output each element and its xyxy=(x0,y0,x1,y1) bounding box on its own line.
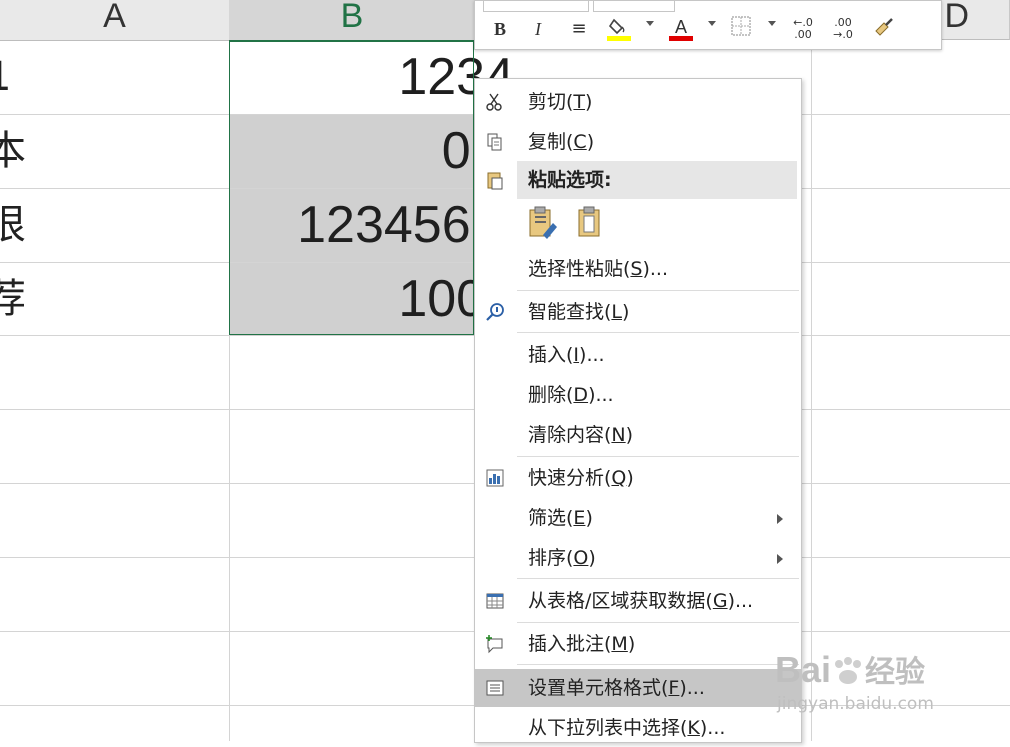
menu-item-smart-lookup[interactable]: 智能查找(L) xyxy=(475,293,801,331)
menu-item-insert-comment-label: 插入批注(M) xyxy=(528,633,636,655)
menu-item-cut-label: 剪切(T) xyxy=(528,91,593,113)
menu-item-sort-label: 排序(O) xyxy=(528,547,596,569)
menu-item-paste-special-label: 选择性粘贴(S)... xyxy=(528,258,669,280)
increase-decimal-button[interactable]: ←.0.00 xyxy=(789,15,817,45)
menu-separator xyxy=(517,578,799,579)
scissors-icon xyxy=(486,93,502,111)
increase-decimal-icon: ←.0.00 xyxy=(793,16,813,41)
cell-a1[interactable]: 1 xyxy=(0,41,26,113)
paste-options-label: 粘贴选项: xyxy=(528,169,612,191)
menu-separator xyxy=(517,456,799,457)
menu-item-insert-comment[interactable]: 插入批注(M) xyxy=(475,625,801,663)
watermark-brand: Bai xyxy=(775,649,832,690)
menu-separator xyxy=(517,290,799,291)
paste-icon xyxy=(578,206,600,237)
watermark-url: jingyan.baidu.com xyxy=(777,694,934,714)
paste-option-keep-source-button[interactable] xyxy=(527,205,561,241)
quick-analysis-icon xyxy=(486,469,504,487)
paste-option-values-button[interactable] xyxy=(575,205,605,241)
bold-button[interactable]: B xyxy=(489,15,511,43)
menu-separator xyxy=(517,664,799,665)
paste-formatting-icon xyxy=(529,206,557,239)
align-center-button[interactable]: ≡ xyxy=(567,15,591,43)
format-painter-icon xyxy=(875,18,893,36)
column-header-b-label: B xyxy=(340,0,364,35)
menu-item-get-data-label: 从表格/区域获取数据(G)... xyxy=(528,590,754,612)
copy-icon xyxy=(487,133,502,151)
mini-toolbar: B I ≡ A ←.0.00 .00 →.0 xyxy=(474,0,942,50)
gridline xyxy=(811,40,812,741)
menu-item-cut[interactable]: 剪切(T) xyxy=(475,83,801,121)
watermark-brand-2: 经验 xyxy=(865,656,926,689)
menu-item-pick-from-dropdown[interactable]: 从下拉列表中选择(K)... xyxy=(475,709,801,747)
menu-item-delete-label: 删除(D)... xyxy=(528,384,614,406)
svg-text:A: A xyxy=(675,17,687,37)
cell-a3[interactable]: 很 xyxy=(0,189,26,261)
decrease-decimal-button[interactable]: .00 →.0 xyxy=(829,15,857,45)
menu-item-smart-lookup-label: 智能查找(L) xyxy=(528,301,630,323)
paw-icon xyxy=(831,654,865,684)
smart-lookup-icon xyxy=(486,303,504,321)
baidu-jingyan-watermark: Bai 经验 jingyan.baidu.com xyxy=(775,650,1005,720)
cell-a2[interactable]: 本 xyxy=(0,115,26,187)
fill-color-button[interactable] xyxy=(605,15,633,43)
menu-item-format-cells-label: 设置单元格格式(F)... xyxy=(528,677,705,699)
paste-options-header: 粘贴选项: xyxy=(475,161,801,199)
column-header-d-label: D xyxy=(944,0,969,35)
borders-dropdown-icon[interactable] xyxy=(768,21,776,26)
borders-icon xyxy=(731,16,751,36)
selection-border xyxy=(229,40,474,335)
menu-separator xyxy=(517,622,799,623)
table-icon xyxy=(486,593,504,609)
font-color-icon: A xyxy=(669,17,693,41)
menu-item-copy[interactable]: 复制(C) xyxy=(475,123,801,161)
context-menu: 剪切(T) 复制(C) 粘贴选项: 选择性粘贴(S)... 智能查找(L) 插入… xyxy=(474,78,802,743)
menu-item-insert[interactable]: 插入(I)... xyxy=(475,336,801,374)
column-header-a-label: A xyxy=(103,0,126,35)
format-painter-button[interactable] xyxy=(871,15,897,43)
menu-item-sort[interactable]: 排序(O) xyxy=(475,539,801,577)
menu-item-insert-label: 插入(I)... xyxy=(528,344,605,366)
column-header-a[interactable]: A xyxy=(0,0,230,41)
font-name-box[interactable] xyxy=(483,1,589,12)
italic-button[interactable]: I xyxy=(527,15,549,43)
menu-item-get-data-from-table[interactable]: 从表格/区域获取数据(G)... xyxy=(475,582,801,620)
menu-separator xyxy=(517,332,799,333)
menu-item-filter-label: 筛选(E) xyxy=(528,507,593,529)
menu-item-clear-contents[interactable]: 清除内容(N) xyxy=(475,416,801,454)
format-cells-icon xyxy=(486,680,504,696)
menu-item-quick-analysis[interactable]: 快速分析(Q) xyxy=(475,459,801,497)
font-size-box[interactable] xyxy=(593,1,675,12)
decrease-decimal-icon: .00 →.0 xyxy=(833,16,853,41)
menu-item-quick-analysis-label: 快速分析(Q) xyxy=(528,467,634,489)
clipboard-icon xyxy=(487,172,503,190)
menu-item-copy-label: 复制(C) xyxy=(528,131,595,153)
menu-item-clear-contents-label: 清除内容(N) xyxy=(528,424,634,446)
fill-color-dropdown-icon[interactable] xyxy=(646,21,654,26)
borders-button[interactable] xyxy=(729,15,753,43)
submenu-arrow-icon xyxy=(777,554,783,564)
font-color-dropdown-icon[interactable] xyxy=(708,21,716,26)
column-header-b[interactable]: B xyxy=(229,0,476,42)
font-color-button[interactable]: A xyxy=(667,15,695,43)
paint-bucket-icon xyxy=(607,18,631,41)
menu-item-filter[interactable]: 筛选(E) xyxy=(475,499,801,537)
menu-item-format-cells[interactable]: 设置单元格格式(F)... xyxy=(475,669,801,707)
cell-a4[interactable]: 荐 xyxy=(0,263,26,335)
menu-item-delete[interactable]: 删除(D)... xyxy=(475,376,801,414)
submenu-arrow-icon xyxy=(777,514,783,524)
menu-item-pick-from-dropdown-label: 从下拉列表中选择(K)... xyxy=(528,717,726,739)
menu-item-paste-special[interactable]: 选择性粘贴(S)... xyxy=(475,250,801,288)
new-comment-icon xyxy=(486,635,503,654)
